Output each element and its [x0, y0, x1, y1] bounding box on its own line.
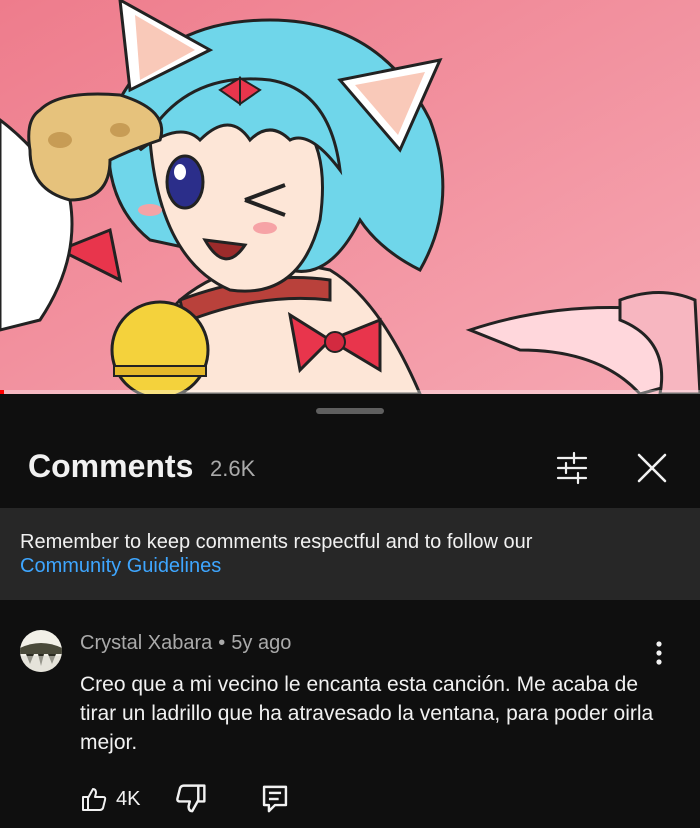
- comment-item: Crystal Xabara • 5y ago Creo que a mi veci…: [0, 600, 700, 828]
- drag-handle[interactable]: [316, 408, 384, 414]
- more-vertical-icon: [656, 641, 662, 665]
- comment-actions: 4K: [80, 782, 380, 816]
- comment-text: Creo que a mi vecino le encanta esta can…: [80, 673, 654, 754]
- reply-icon: [262, 785, 288, 813]
- community-notice: Remember to keep comments respectful and…: [0, 508, 700, 600]
- close-icon: [637, 453, 667, 483]
- comments-count: 2.6K: [210, 456, 256, 481]
- video-player[interactable]: [0, 0, 700, 394]
- comment-meta: Crystal Xabara • 5y ago: [80, 632, 291, 655]
- sliders-icon: [556, 451, 588, 485]
- video-frame-illustration: [0, 0, 700, 394]
- close-button[interactable]: [630, 446, 674, 490]
- comments-sheet: Comments 2.6K Remember to keep comments …: [0, 394, 700, 828]
- avatar[interactable]: [20, 630, 62, 672]
- comments-header: Comments 2.6K: [0, 438, 700, 502]
- community-guidelines-link[interactable]: Community Guidelines: [20, 554, 680, 578]
- meta-separator: •: [218, 632, 226, 654]
- comment-time: 5y ago: [231, 632, 292, 654]
- avatar-image: [20, 630, 62, 672]
- like-count: 4K: [116, 787, 141, 810]
- thumbs-up-icon: [82, 788, 107, 811]
- notice-text: Remember to keep comments respectful and…: [20, 531, 533, 553]
- dislike-button[interactable]: [174, 782, 208, 816]
- like-button[interactable]: 4K: [80, 782, 140, 816]
- comments-title: Comments: [28, 448, 194, 484]
- comment-author[interactable]: Crystal Xabara: [80, 632, 212, 654]
- reply-button[interactable]: [258, 782, 292, 816]
- sort-filter-button[interactable]: [550, 446, 594, 490]
- comment-menu-button[interactable]: [646, 636, 672, 672]
- thumbs-down-icon: [176, 784, 206, 813]
